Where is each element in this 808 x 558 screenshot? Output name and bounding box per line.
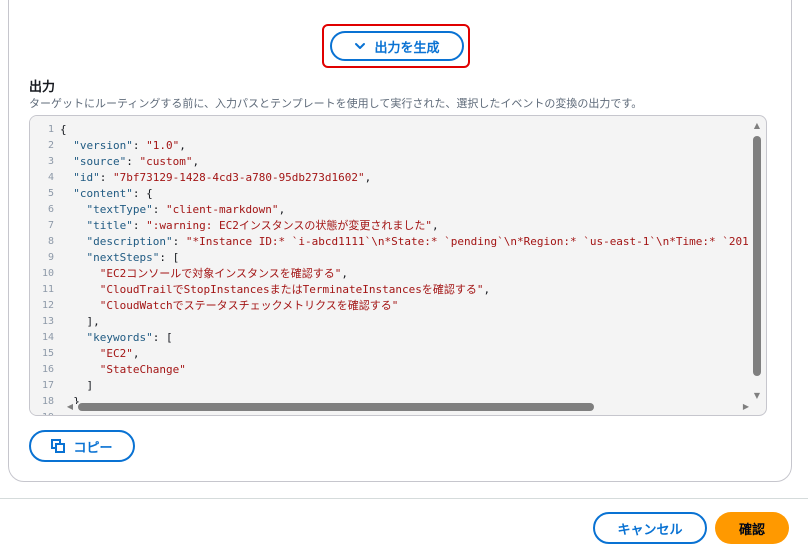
code-line: "content": {: [60, 186, 752, 202]
line-number-gutter: 12345678910111213141516171819: [30, 116, 60, 415]
line-number: 19: [30, 410, 60, 415]
code-token: "content": [60, 187, 133, 200]
line-number: 14: [41, 332, 54, 343]
line-number: 4: [47, 172, 54, 183]
scroll-down-arrow-icon[interactable]: ▼: [752, 392, 762, 400]
line-number: 12: [41, 300, 54, 311]
code-token: "description": [60, 235, 173, 248]
code-token: "nextSteps": [60, 251, 160, 264]
code-token: ]: [60, 379, 94, 392]
code-token: "source": [60, 155, 127, 168]
line-number: 17: [41, 380, 54, 391]
vertical-scrollbar[interactable]: ▲ ▼: [752, 122, 762, 400]
code-token: "EC2コンソールで対象インスタンスを確認する": [60, 267, 342, 280]
copy-icon: [51, 439, 66, 453]
line-number: 2: [47, 140, 54, 151]
code-token: ],: [60, 315, 100, 328]
code-token: : [: [159, 251, 180, 264]
code-token: "7bf73129-1428-4cd3-a780-95db273d1602": [113, 171, 365, 184]
code-token: ,: [192, 155, 200, 168]
line-number: 7: [47, 220, 54, 231]
code-line: "EC2",: [60, 346, 752, 362]
line-number: 1: [47, 124, 54, 135]
code-token: "title": [60, 219, 133, 232]
code-token: :: [172, 235, 186, 248]
line-number: 5: [47, 188, 54, 199]
code-token: : [: [152, 331, 173, 344]
code-token: :: [152, 203, 166, 216]
code-line: "CloudWatchでステータスチェックメトリクスを確認する": [60, 298, 752, 314]
line-number: 15: [41, 348, 54, 359]
code-token: "keywords": [60, 331, 153, 344]
vertical-scroll-thumb[interactable]: [753, 136, 761, 376]
footer-divider: [0, 498, 808, 499]
code-token: : {: [132, 187, 153, 200]
cancel-button[interactable]: キャンセル: [593, 512, 707, 544]
code-line: "description": "*Instance ID:* `i-abcd11…: [60, 234, 752, 250]
page: 出力を生成 出力 ターゲットにルーティングする前に、入力パスとテンプレートを使用…: [0, 0, 808, 558]
line-number: 6: [47, 204, 54, 215]
scroll-left-arrow-icon[interactable]: ◀: [66, 402, 74, 412]
code-token: "CloudWatchでステータスチェックメトリクスを確認する": [60, 299, 399, 312]
code-token: {: [60, 123, 67, 136]
line-number: 10: [41, 268, 54, 279]
code-token: ,: [278, 203, 286, 216]
code-token: ,: [432, 219, 439, 232]
code-token: "CloudTrailでStopInstancesまたはTerminateIns…: [60, 283, 484, 296]
code-token: "EC2": [60, 347, 133, 360]
code-token: ,: [132, 347, 140, 360]
line-number: 18: [41, 396, 54, 407]
code-token: "textType": [60, 203, 153, 216]
copy-button[interactable]: コピー: [29, 430, 135, 462]
code-line: "id": "7bf73129-1428-4cd3-a780-95db273d1…: [60, 170, 752, 186]
code-token: "client-markdown": [165, 203, 279, 216]
code-token: ,: [483, 283, 491, 296]
line-number: 8: [47, 236, 54, 247]
line-number: 16: [41, 364, 54, 375]
code-token: :: [99, 171, 113, 184]
confirm-button[interactable]: 確認: [715, 512, 789, 544]
line-number: 13: [41, 316, 54, 327]
output-description: ターゲットにルーティングする前に、入力パスとテンプレートを使用して実行された、選…: [29, 97, 643, 110]
line-number: 9: [47, 252, 54, 263]
line-number: 3: [47, 156, 54, 167]
code-token: "StateChange": [60, 363, 186, 376]
code-token: ,: [179, 139, 186, 152]
horizontal-scrollbar[interactable]: ◀ ▶: [66, 402, 750, 412]
code-line: ],: [60, 314, 752, 330]
code-line: "textType": "client-markdown",: [60, 202, 752, 218]
code-token: "id": [60, 171, 100, 184]
code-line: "CloudTrailでStopInstancesまたはTerminateIns…: [60, 282, 752, 298]
code-line: "keywords": [: [60, 330, 752, 346]
code-line: "source": "custom",: [60, 154, 752, 170]
code-editor[interactable]: 12345678910111213141516171819 { "version…: [29, 115, 767, 416]
code-line: ]: [60, 378, 752, 394]
code-token: "custom": [139, 155, 193, 168]
line-number: 11: [41, 284, 54, 295]
code-line: {: [60, 122, 752, 138]
code-token: ":warning: EC2インスタンスの状態が変更されました": [146, 219, 433, 232]
code-line: "title": ":warning: EC2インスタンスの状態が変更されました…: [60, 218, 752, 234]
code-line: "nextSteps": [: [60, 250, 752, 266]
code-token: :: [132, 139, 147, 152]
generate-output-label: 出力を生成: [374, 40, 440, 56]
code-token: "*Instance ID:* `i-abcd1111`\n*State:* `…: [185, 235, 749, 248]
code-line: "StateChange": [60, 362, 752, 378]
generate-output-button[interactable]: 出力を生成: [330, 31, 464, 61]
output-title: 出力: [29, 80, 56, 95]
chevron-down-icon: [355, 43, 366, 49]
copy-label: コピー: [73, 440, 113, 456]
scroll-up-arrow-icon[interactable]: ▲: [752, 122, 762, 130]
code-token: "version": [60, 139, 133, 152]
code-token: :: [126, 155, 140, 168]
code-token: ,: [341, 267, 349, 280]
code-line: "version": "1.0",: [60, 138, 752, 154]
code-content[interactable]: { "version": "1.0", "source": "custom", …: [60, 116, 752, 404]
code-token: ,: [364, 171, 372, 184]
horizontal-scroll-thumb[interactable]: [78, 403, 594, 411]
scroll-right-arrow-icon[interactable]: ▶: [742, 402, 750, 412]
code-token: "1.0": [146, 139, 180, 152]
code-line: "EC2コンソールで対象インスタンスを確認する",: [60, 266, 752, 282]
code-token: :: [132, 219, 147, 232]
